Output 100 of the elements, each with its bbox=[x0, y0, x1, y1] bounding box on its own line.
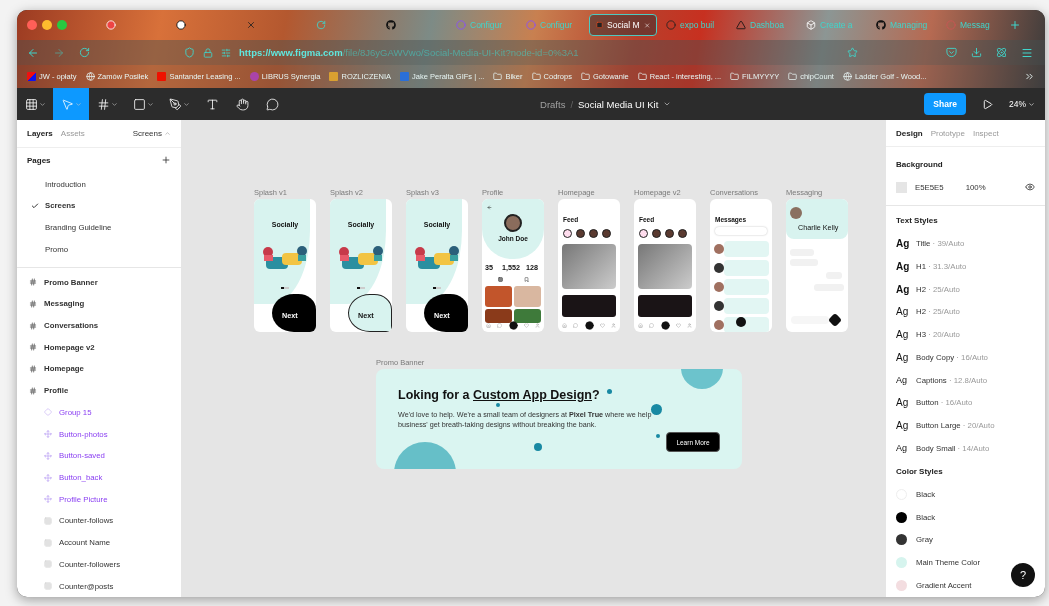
octocat-icon bbox=[386, 20, 396, 30]
post-card bbox=[562, 295, 616, 317]
chat-icon bbox=[649, 322, 655, 328]
download-icon[interactable] bbox=[971, 47, 982, 58]
message-card bbox=[724, 260, 769, 276]
caret-icon bbox=[1028, 100, 1035, 108]
photo-placeholder bbox=[485, 286, 512, 307]
text-tool-icon bbox=[205, 97, 219, 111]
globe-icon bbox=[842, 72, 852, 81]
frame-icon bbox=[29, 321, 37, 330]
plus-fab-icon bbox=[660, 320, 670, 330]
section-title: Background bbox=[895, 159, 944, 172]
message-card bbox=[724, 279, 769, 295]
shield-icon bbox=[184, 47, 195, 58]
folder-icon bbox=[580, 72, 590, 81]
frame-icon bbox=[29, 278, 37, 287]
diamond-icon bbox=[44, 408, 52, 417]
add-page-icon[interactable] bbox=[161, 155, 171, 166]
next-blob[interactable] bbox=[272, 294, 316, 332]
present-icon[interactable] bbox=[982, 98, 993, 110]
folder-icon bbox=[788, 72, 798, 81]
file-name[interactable]: Social Media UI Kit bbox=[578, 98, 659, 110]
frame-icon bbox=[29, 343, 37, 352]
check-icon bbox=[31, 201, 39, 210]
decor-dot bbox=[496, 403, 500, 407]
page-dropdown[interactable]: Screens bbox=[132, 128, 171, 138]
menu-icon[interactable] bbox=[1021, 46, 1033, 59]
tab-title: Managing bbox=[890, 20, 928, 30]
photo-placeholder bbox=[514, 309, 541, 323]
cube-icon bbox=[806, 20, 816, 30]
frame-icon bbox=[29, 364, 37, 373]
x-icon bbox=[246, 20, 256, 30]
minimize-window-button[interactable] bbox=[42, 20, 52, 30]
dotted-square-icon bbox=[44, 560, 52, 569]
panel-tab[interactable]: Design bbox=[896, 128, 923, 138]
section-title: Color Styles bbox=[895, 465, 944, 478]
chat-icon bbox=[573, 322, 579, 328]
heart-icon bbox=[523, 322, 529, 328]
banner-title: Loking for a Custom App Design? bbox=[398, 388, 600, 402]
message-input bbox=[791, 316, 829, 324]
hand-tool-icon bbox=[235, 97, 249, 111]
pen-tool-icon bbox=[168, 97, 182, 111]
next-blob[interactable] bbox=[424, 294, 468, 332]
panel-tab[interactable]: Layers bbox=[27, 128, 53, 138]
octocat-icon bbox=[876, 20, 886, 30]
message-card bbox=[724, 241, 769, 257]
caret-icon bbox=[164, 129, 171, 137]
caret-icon[interactable] bbox=[663, 100, 672, 108]
more-bookmarks-icon[interactable] bbox=[1024, 71, 1035, 82]
frame-icon bbox=[29, 299, 37, 308]
lock-icon bbox=[203, 47, 213, 58]
atom-icon[interactable] bbox=[996, 47, 1007, 58]
custom-app-design-link[interactable]: Custom App Design bbox=[473, 388, 592, 402]
breadcrumb-link[interactable]: Drafts bbox=[540, 98, 566, 110]
figma-menu-icon bbox=[24, 97, 38, 111]
dotted-square-icon bbox=[44, 516, 52, 525]
maximize-window-button[interactable] bbox=[57, 20, 67, 30]
photo-placeholder bbox=[562, 244, 616, 289]
next-blob[interactable] bbox=[348, 294, 392, 332]
post-card bbox=[638, 295, 692, 317]
tab-title: expo buil bbox=[680, 20, 715, 30]
browser-tab[interactable]: Social M bbox=[589, 14, 657, 36]
color-swatch[interactable] bbox=[896, 181, 907, 193]
folder-icon bbox=[730, 72, 740, 81]
photo-placeholder bbox=[514, 286, 541, 307]
caret-icon bbox=[146, 100, 154, 108]
profile-icon bbox=[687, 322, 692, 328]
help-button[interactable]: ? bbox=[1011, 563, 1035, 587]
tab-title: Configur bbox=[540, 20, 573, 30]
profile-icon bbox=[535, 322, 540, 328]
frame-icon bbox=[29, 386, 37, 395]
tab-title: Create a bbox=[820, 20, 853, 30]
dot-icon bbox=[176, 20, 186, 30]
zoom-dropdown[interactable]: 24% bbox=[993, 99, 1045, 109]
profile-icon bbox=[611, 322, 616, 328]
heart-icon bbox=[599, 322, 605, 328]
folder-icon bbox=[531, 72, 541, 81]
back-icon[interactable] bbox=[27, 46, 39, 59]
component-icon bbox=[44, 451, 52, 460]
section-title: Pages bbox=[27, 156, 51, 165]
dot-icon bbox=[946, 20, 956, 30]
home-icon bbox=[638, 322, 643, 328]
caret-icon bbox=[182, 100, 190, 108]
caret-icon bbox=[110, 100, 118, 108]
close-tab-icon[interactable] bbox=[643, 20, 650, 30]
visibility-icon[interactable] bbox=[1025, 182, 1035, 193]
decor-dot bbox=[607, 389, 612, 394]
reload-icon[interactable] bbox=[79, 47, 90, 58]
comment-tool-icon bbox=[265, 97, 279, 111]
tab-title: Dashboa bbox=[750, 20, 785, 30]
close-window-button[interactable] bbox=[27, 20, 37, 30]
move-tool-icon bbox=[60, 97, 74, 111]
home-icon bbox=[486, 322, 491, 328]
new-tab-icon[interactable] bbox=[1009, 19, 1021, 31]
bookmark-star-icon[interactable] bbox=[847, 47, 858, 58]
dotted-square-icon bbox=[44, 582, 52, 591]
pocket-icon[interactable] bbox=[946, 47, 957, 58]
rectangle-tool-icon bbox=[132, 97, 146, 111]
home-icon bbox=[562, 322, 567, 328]
permissions-icon bbox=[221, 47, 231, 58]
